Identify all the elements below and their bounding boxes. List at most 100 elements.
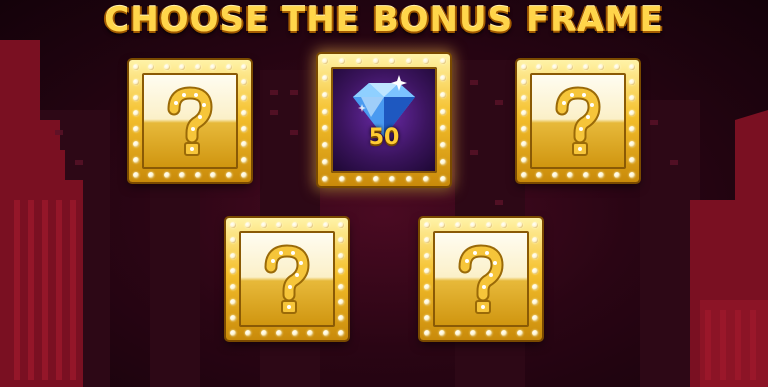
marquee-bulb [629,94,635,101]
marquee-bulb [338,314,344,321]
diamond-icon [353,75,415,137]
marquee-bulb [424,237,430,244]
marquee-bulb [440,159,446,166]
marquee-bulb [551,172,558,178]
prize-value: 50 [368,125,400,150]
frame-inner: 50 [331,67,437,173]
marquee-bulb [532,314,538,321]
marquee-bulb [454,330,461,336]
marquee-bulb [516,222,523,228]
marquee-bulb [389,58,396,64]
marquee-bulb [322,142,328,149]
marquee-bulb [355,176,362,182]
marquee-bulb [613,64,620,70]
marquee-bulb [338,58,345,64]
marquee-bulb [613,172,620,178]
marquee-bulb [582,172,589,178]
marquee-bulb [470,330,477,336]
marquee-bulb [440,176,446,182]
marquee-bulb [338,237,344,244]
marquee-bulb [276,330,283,336]
marquee-bulb [440,125,446,132]
marquee-bulb [338,252,344,259]
marquee-bulb [133,141,139,148]
marquee-bulb [241,94,247,101]
marquee-bulb [536,172,543,178]
marquee-bulb [389,176,396,182]
marquee-bulb [230,237,236,244]
question-mark-icon [555,86,601,156]
marquee-bulb [260,222,267,228]
marquee-bulb [225,172,232,178]
marquee-bulb [536,64,543,70]
marquee-bulb [439,222,446,228]
marquee-bulb [210,172,217,178]
marquee-bulb [338,283,344,290]
marquee-bulb [133,64,139,70]
bonus-frame-4[interactable] [226,218,348,340]
marquee-bulb [163,172,170,178]
marquee-bulb [629,64,635,70]
marquee-bulb [194,64,201,70]
marquee-bulb [241,79,247,86]
bonus-frame-1[interactable] [129,60,251,182]
marquee-bulb [440,74,446,81]
marquee-bulb [485,222,492,228]
marquee-bulb [230,222,236,228]
marquee-bulb [322,91,328,98]
page-title: CHOOSE THE BONUS FRAME [104,0,664,40]
marquee-bulb [179,172,186,178]
marquee-bulb [582,64,589,70]
marquee-bulb [501,222,508,228]
marquee-bulb [276,222,283,228]
marquee-bulb [133,79,139,86]
marquee-bulb [629,79,635,86]
marquee-bulb [406,58,413,64]
marquee-bulb [322,108,328,115]
marquee-bulb [424,222,430,228]
marquee-bulb [260,330,267,336]
marquee-bulb [532,330,538,336]
marquee-bulb [521,110,527,117]
marquee-bulb [307,330,314,336]
marquee-bulb [355,58,362,64]
marquee-bulb [322,222,329,228]
marquee-bulb [322,330,329,336]
marquee-bulb [338,176,345,182]
marquee-bulb [241,141,247,148]
marquee-bulb [225,64,232,70]
marquee-bulb [516,330,523,336]
marquee-bulb [551,64,558,70]
marquee-bulb [322,125,328,132]
marquee-bulb [424,268,430,275]
marquee-bulb [532,252,538,259]
marquee-bulb [629,110,635,117]
marquee-bulb [532,222,538,228]
marquee-bulb [521,94,527,101]
marquee-bulb [148,64,155,70]
marquee-bulb [521,141,527,148]
marquee-bulb [148,172,155,178]
marquee-bulb [440,58,446,64]
game-background: CHOOSE THE BONUS FRAME 50 [0,0,768,387]
marquee-bulb [230,252,236,259]
question-mark-icon [458,244,504,314]
bonus-frame-3[interactable] [517,60,639,182]
marquee-bulb [629,125,635,132]
marquee-bulb [230,314,236,321]
marquee-bulb [322,58,328,64]
marquee-bulb [338,268,344,275]
marquee-bulb [424,252,430,259]
bonus-frame-2[interactable]: 50 [318,54,450,186]
bonus-frame-5[interactable] [420,218,542,340]
marquee-bulb [372,176,379,182]
marquee-bulb [338,299,344,306]
marquee-bulb [338,330,344,336]
marquee-bulb [291,222,298,228]
marquee-bulb [521,125,527,132]
marquee-bulb [598,172,605,178]
marquee-bulb [424,330,430,336]
marquee-bulb [230,283,236,290]
marquee-bulb [470,222,477,228]
marquee-bulb [532,299,538,306]
